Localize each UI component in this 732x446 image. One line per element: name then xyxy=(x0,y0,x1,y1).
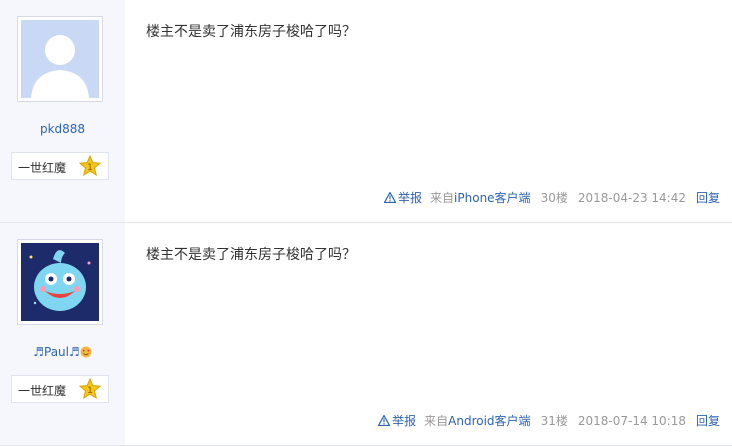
author-sidebar: ♬Paul♬ 一世红魔 1 xyxy=(0,223,125,445)
warning-icon xyxy=(384,192,397,203)
author-sidebar: pkd888 一世红魔 1 xyxy=(0,0,125,222)
reply-button[interactable]: 回复 xyxy=(696,412,720,429)
report-label: 举报 xyxy=(392,414,417,428)
reply-button[interactable]: 回复 xyxy=(696,189,720,206)
report-button[interactable]: 举报 xyxy=(384,189,422,206)
post-meta: 举报 来自iPhone客户端 30楼 2018-04-23 14:42 回复 xyxy=(384,189,720,206)
report-button[interactable]: 举报 xyxy=(378,412,416,429)
device-info: 来自iPhone客户端 xyxy=(430,189,531,206)
level-number: 1 xyxy=(87,163,93,173)
device-info: 来自Android客户端 xyxy=(424,412,530,429)
username-text: ♬Paul♬ xyxy=(33,345,80,359)
warning-icon xyxy=(378,415,391,426)
avatar[interactable] xyxy=(17,16,103,102)
device-name[interactable]: iPhone客户端 xyxy=(454,191,531,205)
heart-eyes-emoji-icon xyxy=(80,346,92,358)
level-number: 1 xyxy=(87,386,93,396)
post-time: 2018-04-23 14:42 xyxy=(577,190,686,205)
post-content: 楼主不是卖了浦东房子梭哈了吗？ xyxy=(146,24,356,40)
device-prefix: 来自 xyxy=(430,191,455,205)
floor-number: 31楼 xyxy=(540,414,568,428)
username-link[interactable]: ♬Paul♬ xyxy=(0,345,125,359)
report-label: 举报 xyxy=(398,191,423,205)
post-time: 2018-07-14 10:18 xyxy=(577,413,686,428)
level-badge-box: 一世红魔 1 xyxy=(11,152,109,180)
post-floor-30: pkd888 一世红魔 1 楼主不是卖了浦东房子梭哈了吗？ 举报 来自iPhon… xyxy=(0,0,732,223)
star-level-icon: 1 xyxy=(78,154,102,177)
cartoon-avatar-icon xyxy=(21,243,99,321)
username-link[interactable]: pkd888 xyxy=(0,122,125,136)
floor-number: 30楼 xyxy=(540,191,568,205)
post-meta: 举报 来自Android客户端 31楼 2018-07-14 10:18 回复 xyxy=(378,412,720,429)
level-badge-box: 一世红魔 1 xyxy=(11,375,109,403)
device-name[interactable]: Android客户端 xyxy=(448,414,530,428)
device-prefix: 来自 xyxy=(424,414,449,428)
default-avatar-icon xyxy=(21,20,99,98)
level-name: 一世红魔 xyxy=(18,384,67,398)
level-name: 一世红魔 xyxy=(18,161,67,175)
avatar[interactable] xyxy=(17,239,103,325)
post-floor-31: ♬Paul♬ 一世红魔 1 楼主不是卖了浦东房子梭哈了吗？ 举报 来自Andro… xyxy=(0,223,732,446)
post-content: 楼主不是卖了浦东房子梭哈了吗？ xyxy=(146,247,356,263)
star-level-icon: 1 xyxy=(78,377,102,400)
